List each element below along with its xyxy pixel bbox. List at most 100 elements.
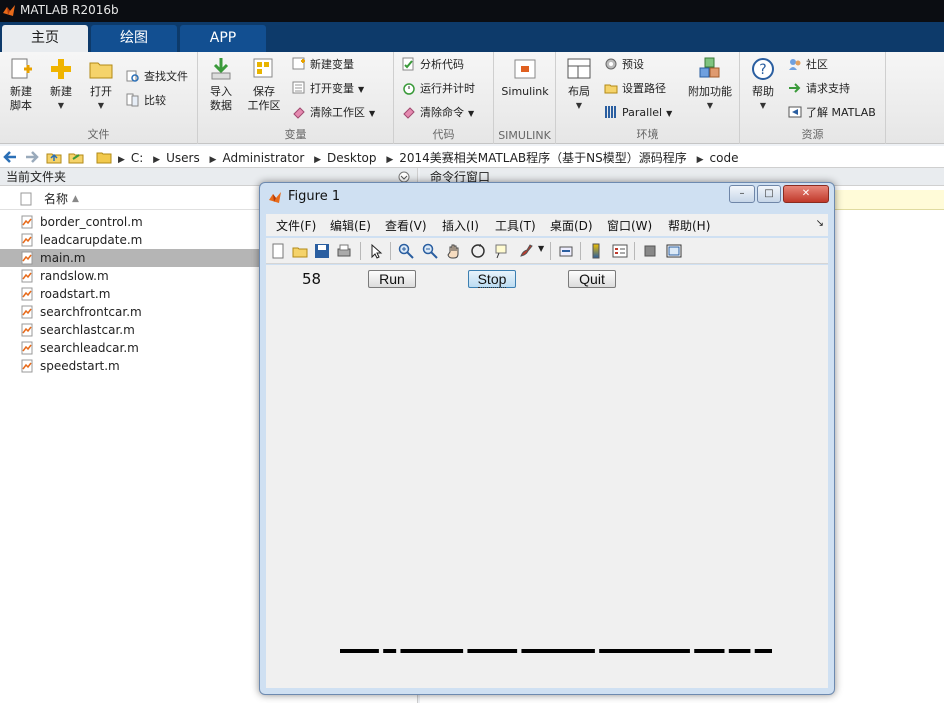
tab-plots[interactable]: 绘图 — [91, 25, 177, 52]
menu-edit[interactable]: 编辑(E) — [330, 217, 371, 234]
import-data-button[interactable]: 导入 数据 — [204, 56, 238, 113]
name-column-header[interactable]: 名称 — [44, 188, 68, 210]
up-folder-icon[interactable] — [46, 149, 62, 165]
community-button[interactable]: 社区 — [788, 56, 828, 74]
open-variable-button[interactable]: 打开变量 ▼ — [292, 80, 364, 98]
forward-arrow-icon[interactable] — [24, 149, 40, 165]
tab-home[interactable]: 主页 — [2, 25, 88, 52]
address-bar: ▶ C: ▶ Users ▶ Administrator ▶ Desktop ▶ 2014… — [0, 146, 944, 168]
clear-commands-label: 清除命令 — [420, 106, 464, 119]
colorbar-icon[interactable] — [588, 243, 604, 259]
breadcrumb-segment[interactable]: C: — [131, 151, 143, 165]
preferences-button[interactable]: 预设 — [604, 56, 644, 74]
rotate-3d-icon[interactable] — [470, 243, 486, 259]
matlab-file-icon — [21, 305, 33, 319]
minimize-button[interactable]: – — [729, 185, 755, 203]
help-button[interactable]: ? 帮助 ▼ — [746, 56, 780, 113]
breadcrumb-segment[interactable]: Administrator — [222, 151, 304, 165]
community-label: 社区 — [806, 58, 828, 71]
clear-workspace-label: 清除工作区 — [310, 106, 365, 119]
clear-workspace-button[interactable]: 清除工作区 ▼ — [292, 104, 375, 122]
preferences-label: 预设 — [622, 58, 644, 71]
toolbar-separator — [390, 242, 391, 260]
breadcrumb-separator: ▶ — [696, 155, 704, 165]
close-button[interactable]: ✕ — [783, 185, 829, 203]
find-files-icon — [126, 70, 139, 82]
addons-button[interactable]: 附加功能 ▼ — [686, 56, 734, 113]
breadcrumb-segment[interactable]: code — [710, 151, 739, 165]
toolbar-separator — [550, 242, 551, 260]
addons-cubes-icon — [699, 57, 720, 78]
menubar-expand-icon[interactable]: ↘ — [816, 218, 824, 229]
simulink-button[interactable]: Simulink — [498, 56, 552, 99]
zoom-in-icon[interactable] — [398, 243, 414, 259]
print-icon[interactable] — [336, 243, 352, 259]
simulink-icon — [514, 59, 536, 79]
figure-titlebar[interactable]: Figure 1 – □ ✕ — [260, 183, 834, 211]
chevron-down-icon: ▼ — [57, 101, 65, 110]
compare-label: 比较 — [144, 94, 166, 107]
parallel-icon — [605, 106, 616, 118]
figure-window: Figure 1 – □ ✕ 文件(F) 编辑(E) 查看(V) 插入(I) 工… — [259, 182, 835, 695]
ribbon-group-file: 新建 脚本 新建 ▼ 打开 ▼ 查找文件 比较 文件 — [0, 52, 198, 144]
new-figure-icon[interactable] — [270, 243, 286, 259]
find-files-button[interactable]: 查找文件 — [126, 68, 188, 86]
legend-icon[interactable] — [612, 243, 628, 259]
open-button[interactable]: 打开 ▼ — [84, 56, 118, 113]
analyze-code-button[interactable]: 分析代码 — [402, 56, 464, 74]
ribbon-group-code: 分析代码 运行并计时 清除命令 ▼ 代码 — [394, 52, 494, 144]
brush-icon[interactable] — [518, 243, 534, 259]
open-file-icon[interactable] — [292, 243, 308, 259]
layout-button[interactable]: 布局 ▼ — [562, 56, 596, 113]
clear-commands-button[interactable]: 清除命令 ▼ — [402, 104, 474, 122]
matlab-file-icon — [21, 359, 33, 373]
menu-tools[interactable]: 工具(T) — [495, 217, 536, 234]
new-button[interactable]: 新建 ▼ — [44, 56, 78, 113]
breadcrumb-segment[interactable]: 2014美赛相关MATLAB程序（基于NS模型）源码程序 — [399, 151, 687, 165]
new-script-label: 新建 脚本 — [10, 85, 32, 112]
matlab-file-icon — [21, 269, 33, 283]
maximize-button[interactable]: □ — [757, 185, 781, 203]
brush-dropdown-icon[interactable]: ▼ — [538, 244, 544, 253]
menu-insert[interactable]: 插入(I) — [442, 217, 479, 234]
menu-desktop[interactable]: 桌面(D) — [550, 217, 593, 234]
browse-folder-icon[interactable] — [68, 149, 84, 165]
save-workspace-button[interactable]: 保存 工作区 — [244, 56, 284, 113]
breadcrumb-separator: ▶ — [386, 155, 394, 165]
breadcrumb-segment[interactable]: Desktop — [327, 151, 377, 165]
new-script-button[interactable]: 新建 脚本 — [4, 56, 38, 113]
back-arrow-icon[interactable] — [2, 149, 18, 165]
matlab-file-icon — [21, 323, 33, 337]
file-name: searchleadcar.m — [40, 341, 139, 355]
menu-help[interactable]: 帮助(H) — [668, 217, 710, 234]
show-plot-tools-icon[interactable] — [666, 243, 682, 259]
data-cursor-icon[interactable] — [494, 243, 510, 259]
layout-label: 布局 — [568, 85, 590, 98]
new-variable-button[interactable]: 新建变量 — [292, 56, 354, 74]
pointer-arrow-icon[interactable] — [368, 243, 384, 259]
breadcrumb-segment[interactable]: Users — [166, 151, 200, 165]
link-plot-icon[interactable] — [558, 243, 574, 259]
compare-button[interactable]: 比较 — [126, 92, 166, 110]
road-car-segment — [383, 649, 397, 653]
matlab-file-icon — [21, 215, 33, 229]
ribbon-group-simulink: Simulink SIMULINK — [494, 52, 556, 144]
file-name: roadstart.m — [40, 287, 111, 301]
parallel-button[interactable]: Parallel ▼ — [604, 104, 672, 122]
tab-apps[interactable]: APP — [180, 25, 266, 52]
save-icon[interactable] — [314, 243, 330, 259]
toolbar-separator — [360, 242, 361, 260]
set-path-button[interactable]: 设置路径 — [604, 80, 666, 98]
menu-file[interactable]: 文件(F) — [276, 217, 316, 234]
request-support-button[interactable]: 请求支持 — [788, 80, 850, 98]
menu-window[interactable]: 窗口(W) — [607, 217, 652, 234]
pan-hand-icon[interactable] — [446, 243, 462, 259]
zoom-out-icon[interactable] — [422, 243, 438, 259]
learn-matlab-button[interactable]: 了解 MATLAB — [788, 104, 876, 122]
chevron-down-icon: ▼ — [706, 101, 714, 110]
hide-plot-tools-icon[interactable] — [642, 243, 658, 259]
run-and-time-button[interactable]: 运行并计时 — [402, 80, 475, 98]
save-workspace-label: 保存 工作区 — [247, 85, 281, 112]
simulink-label: Simulink — [501, 85, 549, 98]
menu-view[interactable]: 查看(V) — [385, 217, 427, 234]
